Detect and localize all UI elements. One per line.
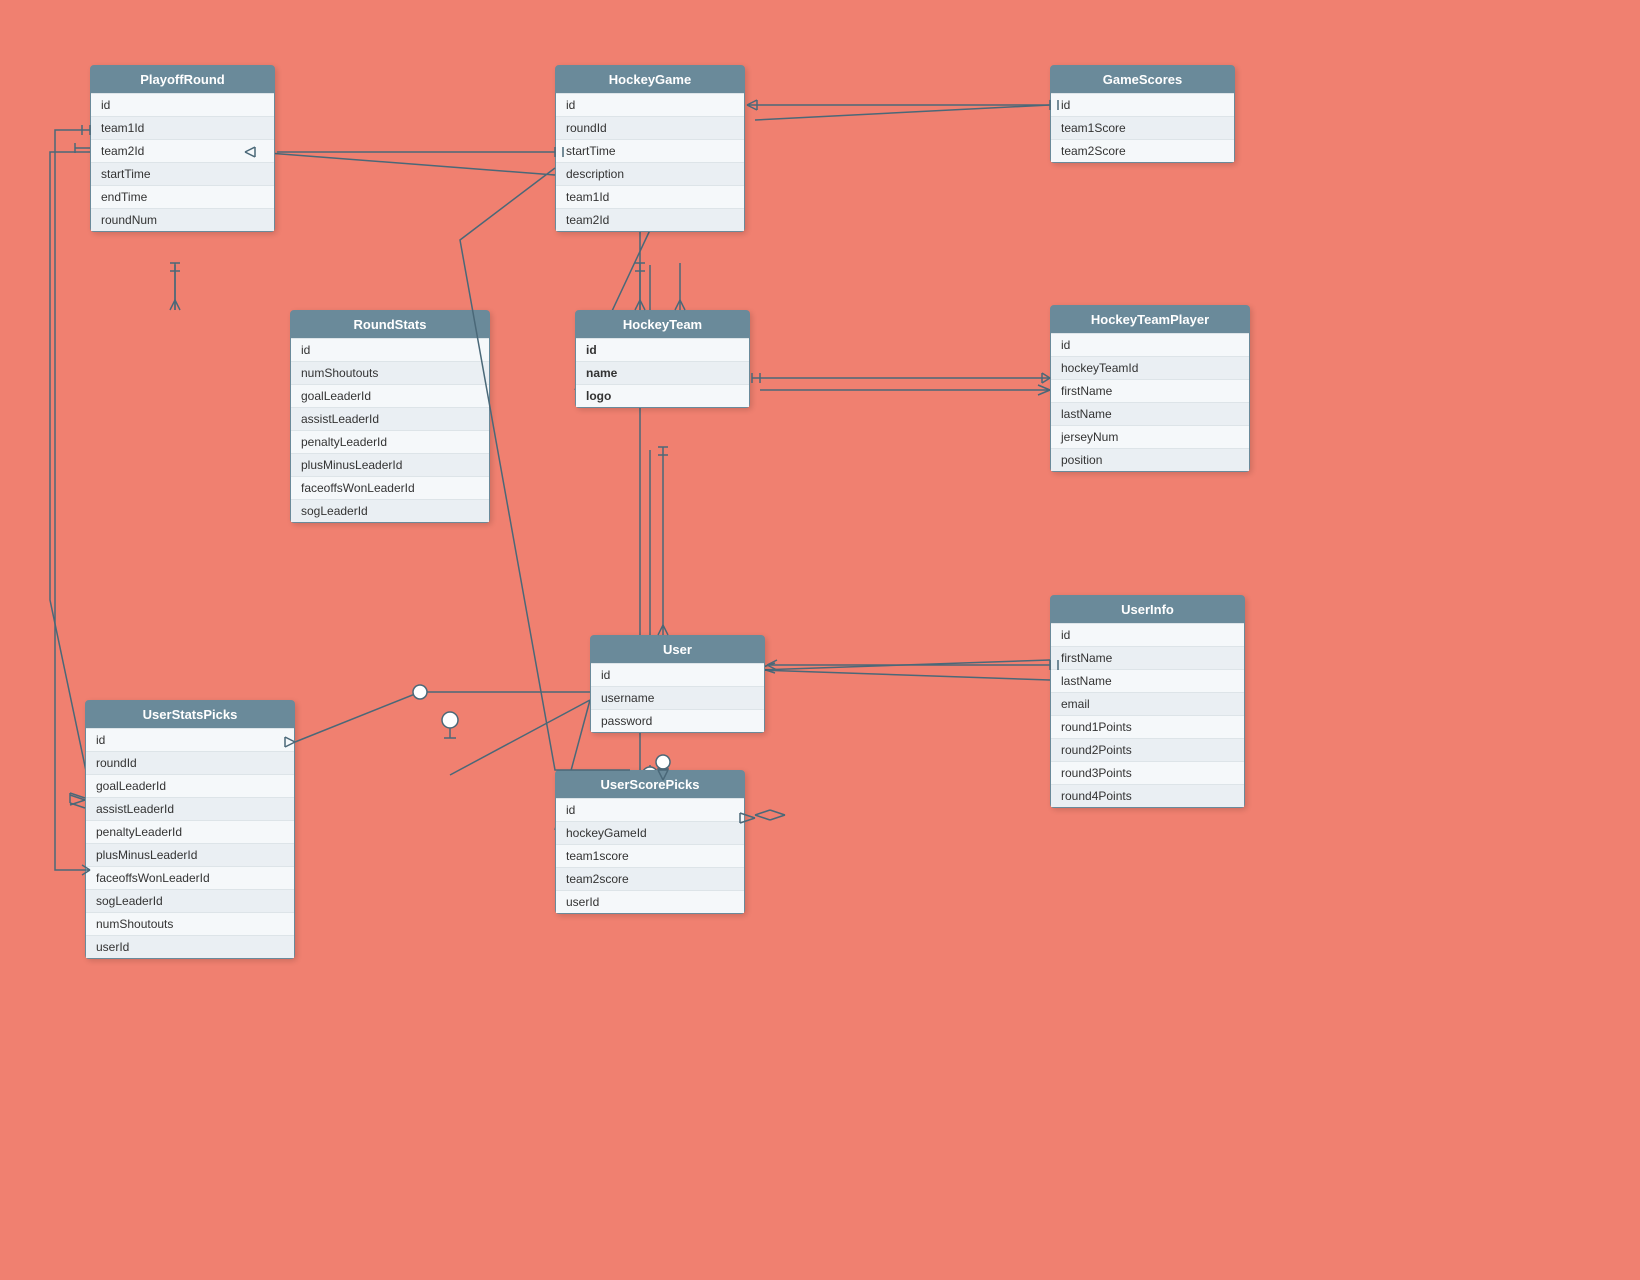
field-team1score: team1score [556, 844, 744, 867]
field-team2score: team2Score [1051, 139, 1234, 162]
field-id: id [91, 93, 274, 116]
field-id: id [576, 338, 749, 361]
field-starttime: startTime [556, 139, 744, 162]
table-header-game-scores: GameScores [1051, 66, 1234, 93]
field-username: username [591, 686, 764, 709]
field-hockeygameid: hockeyGameId [556, 821, 744, 844]
table-hockey-team: HockeyTeam id name logo [575, 310, 750, 408]
field-id: id [86, 728, 294, 751]
field-password: password [591, 709, 764, 732]
field-faceoffswonleaderid: faceoffsWonLeaderId [291, 476, 489, 499]
field-userid: userId [86, 935, 294, 958]
field-goalleaderid: goalLeaderId [291, 384, 489, 407]
field-assistleaderid: assistLeaderId [291, 407, 489, 430]
field-id: id [556, 798, 744, 821]
field-position: position [1051, 448, 1249, 471]
field-endtime: endTime [91, 185, 274, 208]
table-header-user-stats-picks: UserStatsPicks [86, 701, 294, 728]
table-user: User id username password [590, 635, 765, 733]
table-header-user-score-picks: UserScorePicks [556, 771, 744, 798]
field-firstname: firstName [1051, 646, 1244, 669]
field-userid: userId [556, 890, 744, 913]
field-starttime: startTime [91, 162, 274, 185]
field-id: id [1051, 333, 1249, 356]
field-round4points: round4Points [1051, 784, 1244, 807]
table-header-hockey-team: HockeyTeam [576, 311, 749, 338]
field-roundid: roundId [86, 751, 294, 774]
table-game-scores: GameScores id team1Score team2Score [1050, 65, 1235, 163]
table-round-stats: RoundStats id numShoutouts goalLeaderId … [290, 310, 490, 523]
field-id: id [291, 338, 489, 361]
field-assistleaderid: assistLeaderId [86, 797, 294, 820]
diagram-container: PlayoffRound id team1Id team2Id startTim… [0, 0, 1640, 1280]
table-header-hockey-team-player: HockeyTeamPlayer [1051, 306, 1249, 333]
field-penaltyleaderid: penaltyLeaderId [291, 430, 489, 453]
table-header-user: User [591, 636, 764, 663]
field-firstname: firstName [1051, 379, 1249, 402]
table-header-user-info: UserInfo [1051, 596, 1244, 623]
field-plusminusleaderid: plusMinusLeaderId [291, 453, 489, 476]
field-team2score: team2score [556, 867, 744, 890]
field-round2points: round2Points [1051, 738, 1244, 761]
field-team1id: team1Id [556, 185, 744, 208]
field-goalleaderid: goalLeaderId [86, 774, 294, 797]
table-hockey-team-player: HockeyTeamPlayer id hockeyTeamId firstNa… [1050, 305, 1250, 472]
field-penaltyleaderid: penaltyLeaderId [86, 820, 294, 843]
field-lastname: lastName [1051, 402, 1249, 425]
field-sogleaderid: sogLeaderId [291, 499, 489, 522]
field-team1id: team1Id [91, 116, 274, 139]
field-id: id [556, 93, 744, 116]
field-logo: logo [576, 384, 749, 407]
field-sogleaderid: sogLeaderId [86, 889, 294, 912]
table-header-round-stats: RoundStats [291, 311, 489, 338]
field-id: id [1051, 623, 1244, 646]
table-user-stats-picks: UserStatsPicks id roundId goalLeaderId a… [85, 700, 295, 959]
field-roundnum: roundNum [91, 208, 274, 231]
table-header-hockey-game: HockeyGame [556, 66, 744, 93]
field-faceoffswonleaderid: faceoffsWonLeaderId [86, 866, 294, 889]
table-header-playoff-round: PlayoffRound [91, 66, 274, 93]
field-name: name [576, 361, 749, 384]
field-email: email [1051, 692, 1244, 715]
field-lastname: lastName [1051, 669, 1244, 692]
field-id: id [591, 663, 764, 686]
field-plusminusleaderid: plusMinusLeaderId [86, 843, 294, 866]
field-team1score: team1Score [1051, 116, 1234, 139]
table-hockey-game: HockeyGame id roundId startTime descript… [555, 65, 745, 232]
field-numshoutouts: numShoutouts [291, 361, 489, 384]
field-round1points: round1Points [1051, 715, 1244, 738]
field-numshoutouts: numShoutouts [86, 912, 294, 935]
field-round3points: round3Points [1051, 761, 1244, 784]
table-playoff-round: PlayoffRound id team1Id team2Id startTim… [90, 65, 275, 232]
field-team2id: team2Id [91, 139, 274, 162]
field-description: description [556, 162, 744, 185]
table-user-score-picks: UserScorePicks id hockeyGameId team1scor… [555, 770, 745, 914]
field-id: id [1051, 93, 1234, 116]
table-user-info: UserInfo id firstName lastName email rou… [1050, 595, 1245, 808]
field-hockeyteamid: hockeyTeamId [1051, 356, 1249, 379]
field-jerseynum: jerseyNum [1051, 425, 1249, 448]
field-team2id: team2Id [556, 208, 744, 231]
field-roundid: roundId [556, 116, 744, 139]
